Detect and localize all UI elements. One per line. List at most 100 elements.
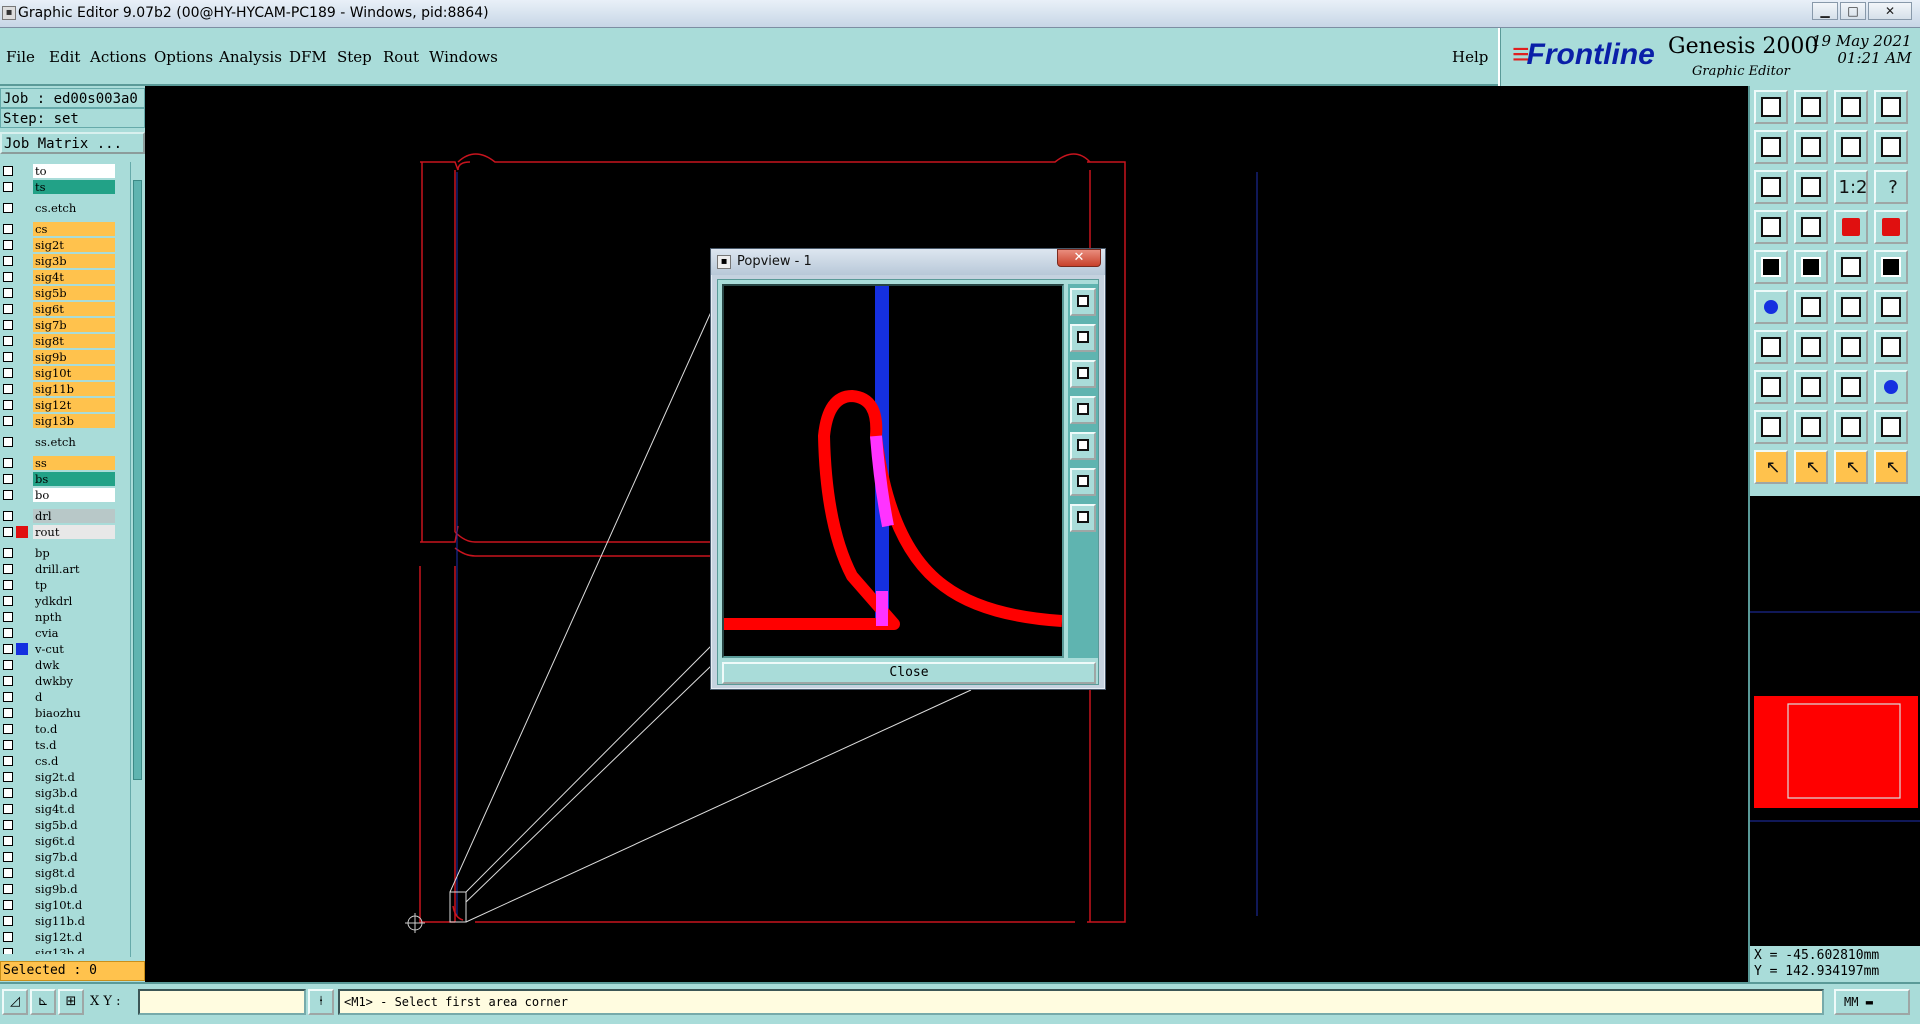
layer-checkbox[interactable] bbox=[3, 203, 13, 213]
scrollbar-thumb[interactable] bbox=[133, 180, 142, 780]
layer-checkbox[interactable] bbox=[3, 548, 13, 558]
layer-row[interactable]: sig7b.d bbox=[0, 850, 118, 864]
layer-checkbox[interactable] bbox=[3, 628, 13, 638]
layer-checkbox[interactable] bbox=[3, 511, 13, 521]
point2-icon[interactable] bbox=[1874, 290, 1908, 324]
layer-name[interactable]: cs.d bbox=[33, 754, 115, 768]
layer-checkbox[interactable] bbox=[3, 820, 13, 830]
layer-name[interactable]: sig4t bbox=[33, 270, 115, 284]
layer-row[interactable]: drl bbox=[0, 509, 118, 523]
layer-checkbox[interactable] bbox=[3, 756, 13, 766]
layer-name[interactable]: sig12t.d bbox=[33, 930, 115, 944]
layer-name[interactable]: sig12t bbox=[33, 398, 115, 412]
layer-name[interactable]: sig5b bbox=[33, 286, 115, 300]
drc2-icon[interactable] bbox=[1874, 210, 1908, 244]
popview-zoom-home-button[interactable] bbox=[1070, 288, 1096, 316]
layer-row[interactable]: sig8t.d bbox=[0, 866, 118, 880]
layer-name[interactable]: drill.art bbox=[33, 562, 115, 576]
layer-checkbox[interactable] bbox=[3, 788, 13, 798]
popview-pan-left-button[interactable] bbox=[1070, 396, 1096, 424]
connect-icon[interactable] bbox=[1754, 370, 1788, 404]
layer-row[interactable]: cs.etch bbox=[0, 201, 118, 215]
measure-icon[interactable]: ⊾ bbox=[30, 989, 56, 1015]
layer-name[interactable]: d bbox=[33, 690, 115, 704]
layer-name[interactable]: cs.etch bbox=[33, 201, 115, 215]
layer-checkbox[interactable] bbox=[3, 660, 13, 670]
layer-checkbox[interactable] bbox=[3, 400, 13, 410]
layer-row[interactable]: rout bbox=[0, 525, 118, 539]
layer-name[interactable]: dwk bbox=[33, 658, 115, 672]
layer-row[interactable]: d bbox=[0, 690, 118, 704]
layer-row[interactable]: sig7b bbox=[0, 318, 118, 332]
menu-step[interactable]: Step bbox=[337, 48, 372, 66]
layer-name[interactable]: cvia bbox=[33, 626, 115, 640]
layer-checkbox[interactable] bbox=[3, 580, 13, 590]
grid-icon[interactable]: ⊞ bbox=[58, 989, 84, 1015]
snap-settings-icon[interactable] bbox=[1754, 210, 1788, 244]
layer-checkbox[interactable] bbox=[3, 437, 13, 447]
layer-row[interactable]: sig11b.d bbox=[0, 914, 118, 928]
pan-left-icon[interactable] bbox=[1754, 130, 1788, 164]
pad-icon[interactable] bbox=[1754, 250, 1788, 284]
triangle2-icon[interactable] bbox=[1794, 410, 1828, 444]
select-icon[interactable]: ↖ bbox=[1754, 450, 1788, 484]
popview-canvas[interactable] bbox=[722, 284, 1064, 658]
layer-name[interactable]: sig11b bbox=[33, 382, 115, 396]
popview-pan-down-button[interactable] bbox=[1070, 360, 1096, 388]
layer-row[interactable]: to bbox=[0, 164, 118, 178]
layer-checkbox[interactable] bbox=[3, 868, 13, 878]
layer-row[interactable]: npth bbox=[0, 610, 118, 624]
layer-name[interactable]: sig8t.d bbox=[33, 866, 115, 880]
layer-checkbox[interactable] bbox=[3, 458, 13, 468]
layer-checkbox[interactable] bbox=[3, 564, 13, 574]
popview-zoom-out-button[interactable] bbox=[1070, 504, 1096, 532]
home-icon[interactable] bbox=[1834, 90, 1868, 124]
layer-row[interactable]: ydkdrl bbox=[0, 594, 118, 608]
layer-scrollbar[interactable] bbox=[130, 162, 143, 957]
layer-checkbox[interactable] bbox=[3, 224, 13, 234]
layer-checkbox[interactable] bbox=[3, 740, 13, 750]
layer-row[interactable]: sig10t bbox=[0, 366, 118, 380]
layer-row[interactable]: sig10t.d bbox=[0, 898, 118, 912]
popview-zoom-in-button[interactable] bbox=[1070, 468, 1096, 496]
menu-analysis[interactable]: Analysis bbox=[219, 48, 282, 66]
undo-icon[interactable] bbox=[1834, 130, 1868, 164]
info-icon[interactable]: ⍿ bbox=[308, 989, 334, 1015]
layer-row[interactable]: cs bbox=[0, 222, 118, 236]
layer-row[interactable]: sig5b bbox=[0, 286, 118, 300]
layer-name[interactable]: to.d bbox=[33, 722, 115, 736]
layer-checkbox[interactable] bbox=[3, 644, 13, 654]
layer-row[interactable]: ts bbox=[0, 180, 118, 194]
layer-checkbox[interactable] bbox=[3, 490, 13, 500]
layer-name[interactable]: ss bbox=[33, 456, 115, 470]
layer-row[interactable]: ts.d bbox=[0, 738, 118, 752]
menu-file[interactable]: File bbox=[6, 48, 35, 66]
close-icon[interactable]: ✕ bbox=[1868, 2, 1912, 20]
layer-row[interactable]: sig4t bbox=[0, 270, 118, 284]
menu-edit[interactable]: Edit bbox=[49, 48, 80, 66]
layer-checkbox[interactable] bbox=[3, 320, 13, 330]
layer-checkbox[interactable] bbox=[3, 772, 13, 782]
layer-name[interactable]: bp bbox=[33, 546, 115, 560]
layer-row[interactable]: bp bbox=[0, 546, 118, 560]
layer-checkbox[interactable] bbox=[3, 240, 13, 250]
layer-name[interactable]: ydkdrl bbox=[33, 594, 115, 608]
layer-row[interactable]: bo bbox=[0, 488, 118, 502]
layer-name[interactable]: sig6t.d bbox=[33, 834, 115, 848]
layer-row[interactable]: sig8t bbox=[0, 334, 118, 348]
popview-pan-up-button[interactable] bbox=[1070, 324, 1096, 352]
layer-checkbox[interactable] bbox=[3, 708, 13, 718]
triangle3-icon[interactable] bbox=[1834, 410, 1868, 444]
layer-name[interactable]: sig7b.d bbox=[33, 850, 115, 864]
units-selector[interactable]: MM ▬ bbox=[1834, 989, 1910, 1015]
overview-panel[interactable] bbox=[1750, 496, 1920, 946]
layer-checkbox[interactable] bbox=[3, 416, 13, 426]
group-icon[interactable] bbox=[1874, 370, 1908, 404]
layer-checkbox[interactable] bbox=[3, 852, 13, 862]
layer-checkbox[interactable] bbox=[3, 948, 13, 954]
popview-titlebar[interactable]: ▪ Popview - 1 ✕ bbox=[711, 249, 1105, 275]
layer-row[interactable]: sig3b bbox=[0, 254, 118, 268]
layer-name[interactable]: sig6t bbox=[33, 302, 115, 316]
layer-row[interactable]: v-cut bbox=[0, 642, 118, 656]
layer-name[interactable]: sig4t.d bbox=[33, 802, 115, 816]
